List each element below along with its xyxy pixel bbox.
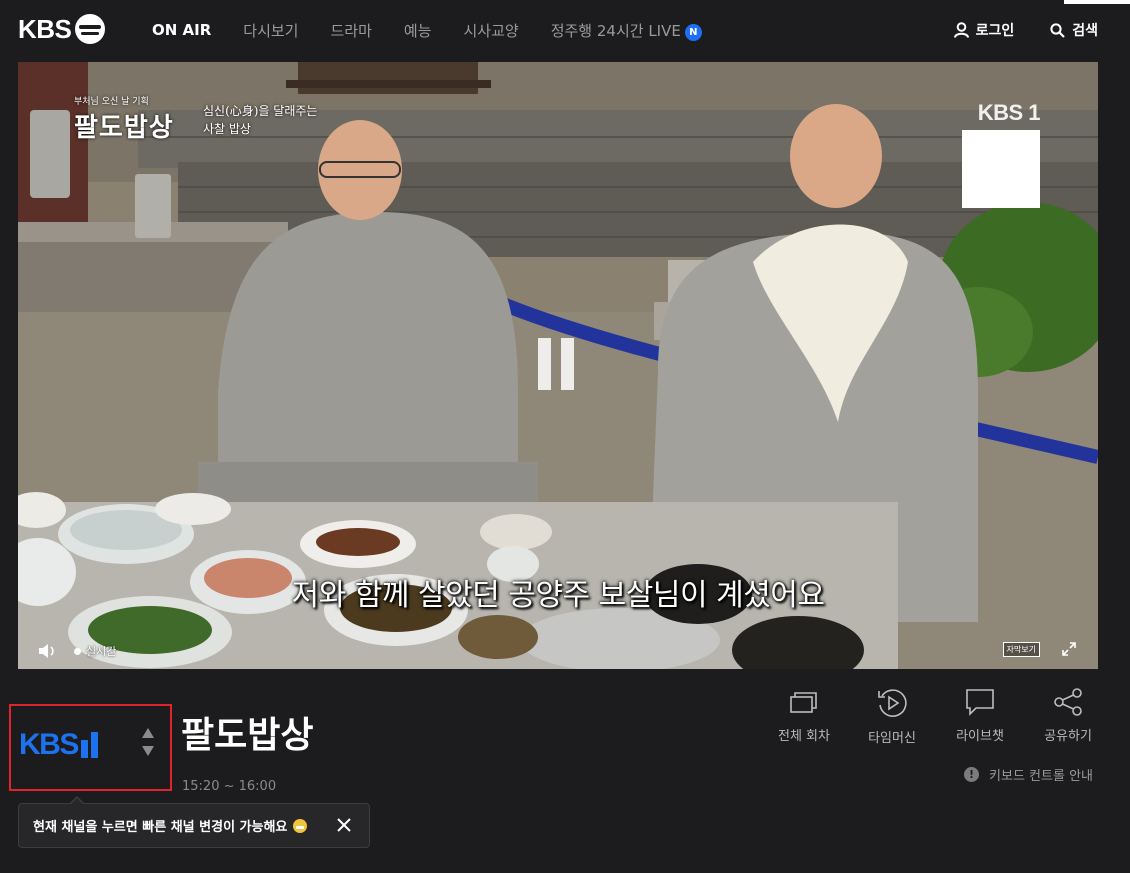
time-machine-button[interactable]: 타임머신 bbox=[862, 687, 922, 746]
channel-watermark: KBS 1 bbox=[977, 100, 1041, 125]
nav-item-24h-live[interactable]: 정주행 24시간 LIVE N bbox=[551, 20, 702, 41]
channel-arrows bbox=[142, 728, 154, 756]
livechat-icon bbox=[966, 689, 994, 716]
top-header: KBS ON AIR 다시보기 드라마 예능 시사교양 정주행 24시간 LIV… bbox=[0, 0, 1130, 60]
overlay-big-title: 팔도밥상 bbox=[74, 113, 174, 143]
share-label: 공유하기 bbox=[1044, 729, 1092, 744]
tooltip-text: 현재 채널을 누르면 빠른 채널 변경이 가능해요 bbox=[33, 820, 288, 835]
video-player[interactable]: 부처님 오신 날 기획 팔도밥상 심신(心身)을 달래주는 사찰 밥상 KBS … bbox=[18, 62, 1098, 669]
pause-button[interactable] bbox=[538, 338, 578, 390]
kbs-logo-mark-icon bbox=[75, 14, 106, 44]
overlay-small-text: 부처님 오신 날 기획 bbox=[74, 97, 149, 107]
search-label: 검색 bbox=[1072, 23, 1098, 39]
time-machine-label: 타임머신 bbox=[868, 731, 916, 746]
program-overlay-title: 부처님 오신 날 기획 팔도밥상 bbox=[74, 94, 174, 144]
channel-one-mark-icon bbox=[80, 732, 98, 758]
timemachine-icon bbox=[878, 689, 907, 717]
top-edge-marker bbox=[1064, 0, 1130, 4]
login-label: 로그인 bbox=[975, 23, 1015, 39]
channel-up-icon[interactable] bbox=[142, 728, 154, 738]
expand-icon bbox=[1062, 642, 1076, 656]
live-chat-label: 라이브챗 bbox=[956, 729, 1004, 744]
nav-item-current-affairs[interactable]: 시사교양 bbox=[464, 20, 519, 41]
live-dot bbox=[74, 647, 81, 655]
episodes-icon bbox=[790, 692, 817, 713]
pause-bar-right bbox=[561, 338, 574, 390]
share-icon bbox=[1054, 688, 1082, 716]
program-overlay-tagline: 심신(心身)을 달래주는 사찰 밥상 bbox=[203, 102, 317, 138]
nav-item-label: 정주행 24시간 LIVE bbox=[550, 21, 681, 40]
nav-item-onair[interactable]: ON AIR bbox=[152, 21, 211, 39]
share-button[interactable]: 공유하기 bbox=[1038, 687, 1098, 746]
program-title: 팔도밥상 bbox=[181, 715, 314, 756]
nav-item-entertainment[interactable]: 예능 bbox=[404, 20, 432, 41]
nav-item-drama[interactable]: 드라마 bbox=[330, 20, 371, 41]
kbs1-channel-logo: KBS bbox=[19, 728, 98, 762]
speaker-icon bbox=[39, 644, 54, 658]
grin-emoji-icon bbox=[293, 818, 308, 833]
keyboard-guide-link[interactable]: ! 키보드 컨트롤 안내 bbox=[964, 765, 1093, 784]
header-actions: 로그인 검색 bbox=[953, 0, 1098, 60]
program-time: 15:20 ~ 16:00 bbox=[182, 779, 277, 794]
nav-item-label: 시사교양 bbox=[463, 21, 519, 40]
all-episodes-button[interactable]: 전체 회차 bbox=[774, 687, 834, 746]
channel-tip-tooltip: 현재 채널을 누르면 빠른 채널 변경이 가능해요 bbox=[18, 796, 370, 848]
logo-text: KBS bbox=[18, 13, 72, 44]
channel-switcher[interactable]: KBS bbox=[9, 704, 172, 791]
live-label: 실시간 bbox=[86, 645, 117, 658]
player-actions: 전체 회차 타임머신 라이브챗 공유하기 bbox=[774, 687, 1098, 746]
pause-bar-left bbox=[538, 338, 551, 390]
fullscreen-button[interactable] bbox=[1062, 641, 1076, 660]
all-episodes-label: 전체 회차 bbox=[778, 729, 830, 744]
tooltip-close-button[interactable] bbox=[337, 818, 351, 836]
player-controls: 실시간 자막보기 bbox=[18, 629, 1098, 669]
user-icon bbox=[953, 22, 969, 38]
live-chat-button[interactable]: 라이브챗 bbox=[950, 687, 1010, 746]
overlay-tagline-2: 사찰 밥상 bbox=[203, 122, 251, 136]
subtitle-toggle-button[interactable]: 자막보기 bbox=[1002, 642, 1040, 657]
main-nav: ON AIR 다시보기 드라마 예능 시사교양 정주행 24시간 LIVE N bbox=[152, 0, 702, 60]
keyboard-guide-label: 키보드 컨트롤 안내 bbox=[989, 769, 1093, 784]
search-icon bbox=[1050, 22, 1066, 38]
live-indicator: 실시간 bbox=[74, 643, 116, 659]
watermark-block bbox=[962, 130, 1040, 208]
volume-button[interactable] bbox=[38, 643, 56, 662]
overlay-tagline-1: 심신(心身)을 달래주는 bbox=[203, 104, 318, 118]
kbs-logo[interactable]: KBS bbox=[18, 13, 106, 44]
nav-item-replay[interactable]: 다시보기 bbox=[243, 20, 298, 41]
channel-logo-text: KBS bbox=[19, 728, 79, 761]
info-icon: ! bbox=[964, 767, 980, 782]
close-icon bbox=[337, 818, 351, 832]
login-button[interactable]: 로그인 bbox=[953, 20, 1015, 40]
search-button[interactable]: 검색 bbox=[1050, 20, 1098, 40]
new-badge: N bbox=[684, 23, 702, 41]
channel-down-icon[interactable] bbox=[142, 746, 154, 756]
video-subtitle: 저와 함께 살았던 공양주 보살님이 계셨어요 bbox=[291, 578, 825, 613]
